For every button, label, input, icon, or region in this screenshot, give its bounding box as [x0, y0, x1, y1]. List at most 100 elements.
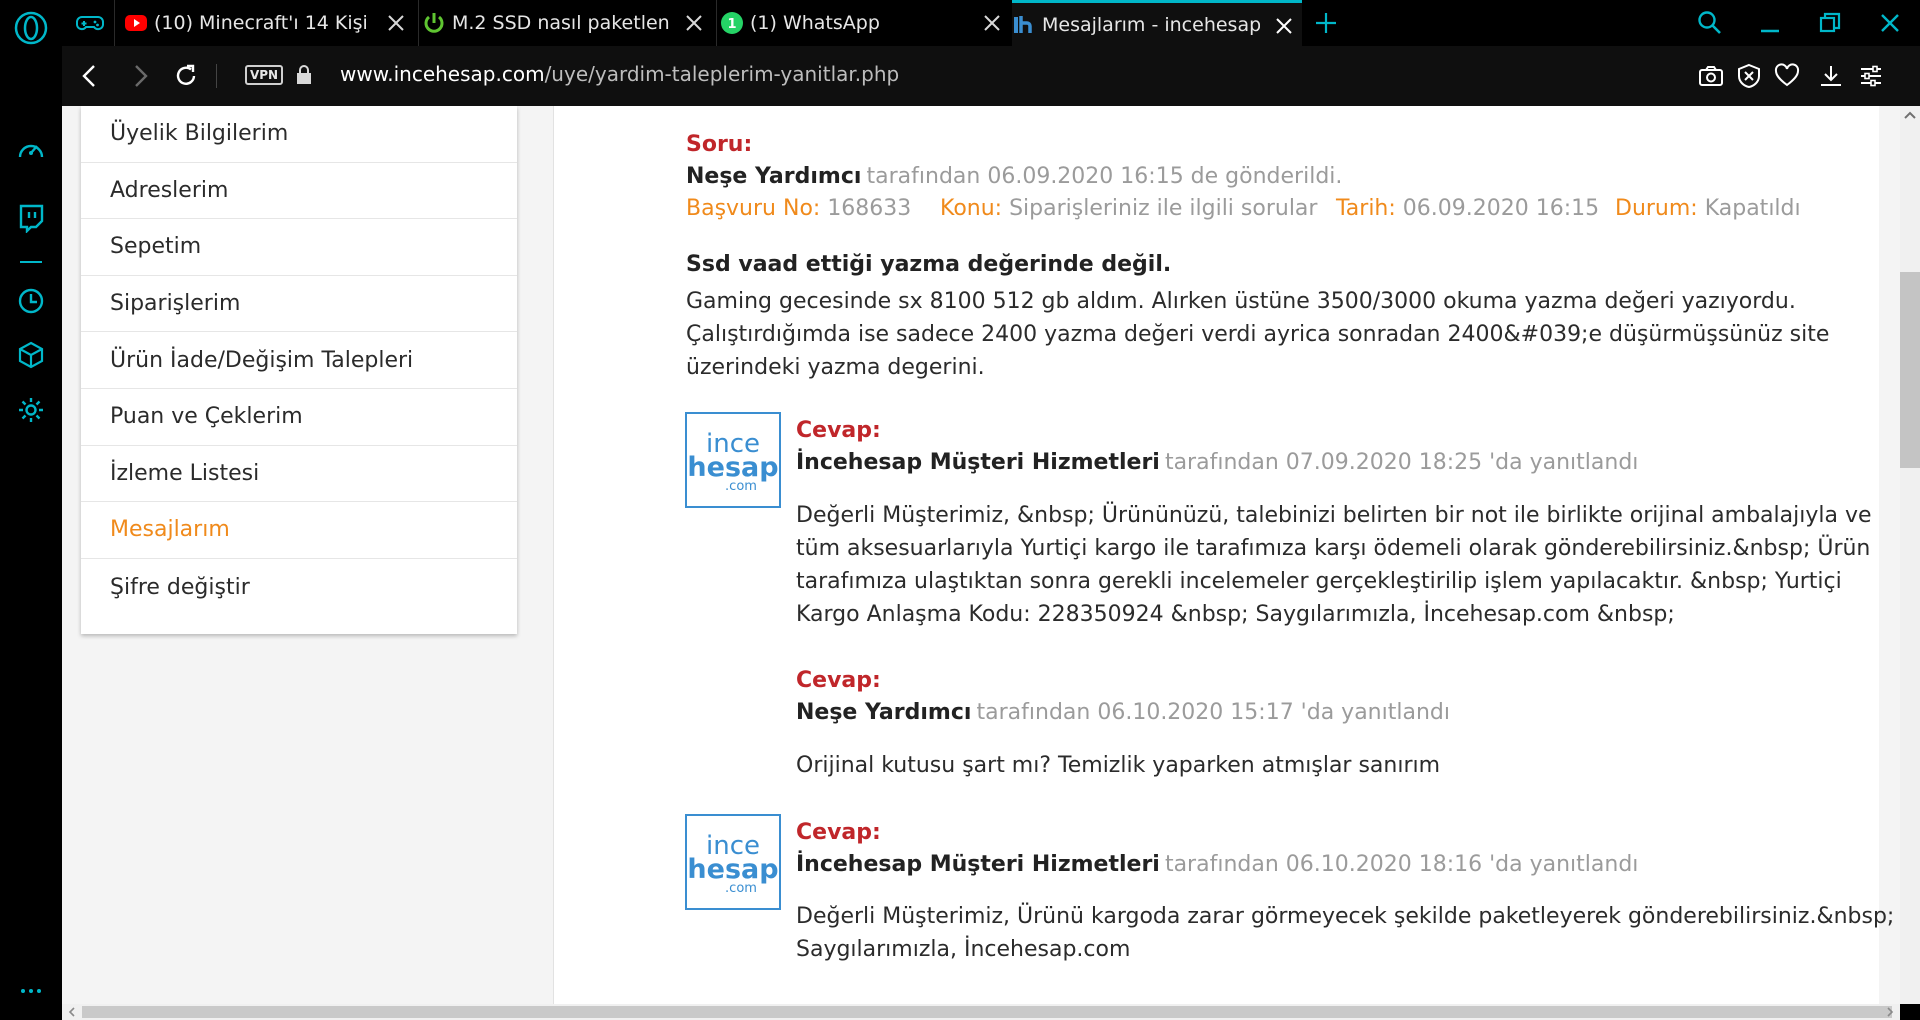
tab-title: M.2 SSD nasıl paketlenmeli	[452, 12, 670, 34]
speed-dial-icon[interactable]	[16, 135, 46, 165]
menu-item-mesajlarim[interactable]: Mesajlarım	[81, 502, 517, 559]
minimize-icon[interactable]	[1756, 9, 1784, 37]
twitch-icon[interactable]	[16, 203, 46, 233]
snapshot-camera-icon[interactable]	[1698, 63, 1724, 89]
scroll-up-arrow-icon[interactable]	[1903, 110, 1917, 120]
tab-whatsapp[interactable]: 1 (1) WhatsApp	[720, 0, 1010, 46]
tab-mesajlarim[interactable]: Mesajlarım - incehesap.com	[1012, 0, 1302, 46]
history-clock-icon[interactable]	[16, 286, 46, 316]
gamepad-icon[interactable]	[76, 11, 104, 35]
meta-value: 06.09.2020 16:15	[1402, 196, 1600, 221]
menu-item-uyelik-bilgilerim[interactable]: Üyelik Bilgilerim	[81, 106, 517, 163]
body-line: tarafımıza ulaştıktan sonra gerekli ince…	[796, 569, 1842, 594]
question-author: Neşe Yardımcı	[686, 164, 862, 189]
close-window-icon[interactable]	[1876, 9, 1904, 37]
restore-icon[interactable]	[1816, 9, 1844, 37]
menu-item-sifre-degistir[interactable]: Şifre değiştir	[81, 559, 517, 616]
meta-durum: Durum: Kapatıldı	[1615, 196, 1801, 221]
vertical-scrollbar[interactable]	[1900, 106, 1920, 1004]
tab-bar: (10) Minecraft'ı 14 Kişi Arı Olarak M.2 …	[0, 0, 1920, 46]
body-line: Değerli Müşterimiz, &nbsp; Ürününüzü, ta…	[796, 503, 1872, 528]
close-tab-icon[interactable]	[1272, 14, 1296, 38]
body-line: Çalıştırdığımda ise sadece 2400 yazma de…	[686, 322, 1830, 347]
answer-body: Orijinal kutusu şart mı? Temizlik yapark…	[796, 749, 1440, 782]
vpn-badge[interactable]: VPN	[245, 65, 283, 85]
meta-value: 168633	[827, 196, 912, 221]
answer-meta: tarafından 06.10.2020 15:17 'da yanıtlan…	[976, 700, 1450, 725]
tab-separator	[114, 0, 115, 46]
answer-meta: tarafından 07.09.2020 18:25 'da yanıtlan…	[1164, 450, 1639, 475]
answer-header: İncehesap Müşteri Hizmetleri tarafından …	[796, 450, 1638, 475]
meta-key: Konu:	[940, 196, 1003, 221]
svg-text:.com: .com	[725, 881, 757, 896]
tab-title: (10) Minecraft'ı 14 Kişi Arı Olarak	[154, 12, 372, 34]
body-line: üzerindeki yazma degerini.	[686, 355, 985, 380]
answer-author: İncehesap Müşteri Hizmetleri	[796, 450, 1160, 475]
answer-body: Değerli Müşterimiz, &nbsp; Ürününüzü, ta…	[796, 499, 1872, 631]
forward-arrow-icon[interactable]	[126, 62, 154, 90]
meta-value: Siparişleriniz ile ilgili sorular	[1009, 196, 1318, 221]
back-arrow-icon[interactable]	[76, 62, 104, 90]
meta-basvuru: Başvuru No: 168633	[686, 196, 911, 221]
menu-item-siparislerim[interactable]: Siparişlerim	[81, 276, 517, 333]
menu-item-sepetim[interactable]: Sepetim	[81, 219, 517, 276]
opera-gx-logo-icon[interactable]	[12, 9, 50, 47]
bookmark-heart-icon[interactable]	[1774, 63, 1800, 89]
more-dots-icon[interactable]	[16, 976, 46, 1006]
settings-gear-icon[interactable]	[16, 395, 46, 425]
sidebar-divider	[20, 261, 42, 263]
new-tab-plus-icon[interactable]	[1313, 10, 1339, 36]
scroll-right-arrow-icon[interactable]	[1884, 1006, 1896, 1018]
question-header: Neşe Yardımcı tarafından 06.09.2020 16:1…	[686, 164, 1342, 189]
scroll-left-arrow-icon[interactable]	[66, 1006, 78, 1018]
incehesap-logo-icon: ince hesap .com	[687, 831, 778, 896]
close-tab-icon[interactable]	[384, 11, 408, 35]
extensions-cube-icon[interactable]	[16, 340, 46, 370]
page-viewport: Üyelik Bilgilerim Adreslerim Sepetim Sip…	[62, 106, 1900, 1004]
tab-youtube[interactable]: (10) Minecraft'ı 14 Kişi Arı Olarak	[124, 0, 414, 46]
close-tab-icon[interactable]	[682, 11, 706, 35]
ad-blocker-shield-icon[interactable]	[1736, 63, 1762, 89]
meta-value: Kapatıldı	[1704, 196, 1801, 221]
question-sent-text: tarafından 06.09.2020 16:15 de gönderild…	[866, 164, 1343, 189]
meta-key: Başvuru No:	[686, 196, 821, 221]
tab-title: Mesajlarım - incehesap.com	[1042, 13, 1260, 36]
easy-setup-sliders-icon[interactable]	[1858, 63, 1884, 89]
answer-label: Cevap:	[796, 418, 881, 443]
url-path: /uye/yardim-taleplerim-yanitlar.php	[544, 62, 900, 86]
answer-meta: tarafından 06.10.2020 18:16 'da yanıtlan…	[1164, 852, 1639, 877]
close-tab-icon[interactable]	[980, 11, 1004, 35]
incehesap-avatar: ince hesap .com	[685, 814, 781, 910]
menu-item-puan-ve-ceklerim[interactable]: Puan ve Çeklerim	[81, 389, 517, 446]
url-field[interactable]: www.incehesap.com/uye/yardim-taleplerim-…	[340, 62, 899, 86]
answer-body: Değerli Müşterimiz, Ürünü kargoda zarar …	[796, 900, 1894, 966]
ih-icon	[1014, 15, 1032, 33]
svg-text:.com: .com	[725, 479, 757, 494]
answer-label: Cevap:	[796, 668, 881, 693]
horizontal-scroll-thumb[interactable]	[82, 1006, 1892, 1018]
menu-item-urun-iade[interactable]: Ürün İade/Değişim Talepleri	[81, 332, 517, 389]
answer-header: İncehesap Müşteri Hizmetleri tarafından …	[796, 852, 1638, 877]
body-line: Kargo Anlaşma Kodu: 228350924 &nbsp; Say…	[796, 602, 1675, 627]
tab-separator	[716, 0, 717, 46]
downloads-icon[interactable]	[1818, 63, 1844, 89]
question-label: Soru:	[686, 132, 753, 157]
tab-m2-ssd[interactable]: M.2 SSD nasıl paketlenmeli	[422, 0, 712, 46]
body-line: Saygılarımızla, İncehesap.com	[796, 937, 1131, 962]
body-line: Değerli Müşterimiz, Ürünü kargoda zarar …	[796, 904, 1895, 929]
menu-item-adreslerim[interactable]: Adreslerim	[81, 163, 517, 220]
power-icon	[424, 13, 444, 33]
menu-item-izleme-listesi[interactable]: İzleme Listesi	[81, 446, 517, 503]
reload-icon[interactable]	[172, 62, 200, 90]
body-line: Gaming gecesinde sx 8100 512 gb aldım. A…	[686, 289, 1796, 314]
body-line: Orijinal kutusu şart mı? Temizlik yapark…	[796, 753, 1441, 778]
message-content: Soru: Neşe Yardımcı tarafından 06.09.202…	[553, 106, 1894, 1004]
youtube-icon	[125, 15, 147, 31]
whatsapp-badge: 1	[727, 17, 736, 32]
address-bar: VPN www.incehesap.com/uye/yardim-taleple…	[62, 46, 1920, 106]
search-tabs-icon[interactable]	[1696, 9, 1724, 37]
tab-separator	[418, 0, 419, 46]
body-line: tüm aksesuarlarıyla Yurtiçi kargo ile ta…	[796, 536, 1871, 561]
vertical-scroll-thumb[interactable]	[1900, 272, 1920, 468]
lock-icon[interactable]	[295, 64, 313, 86]
